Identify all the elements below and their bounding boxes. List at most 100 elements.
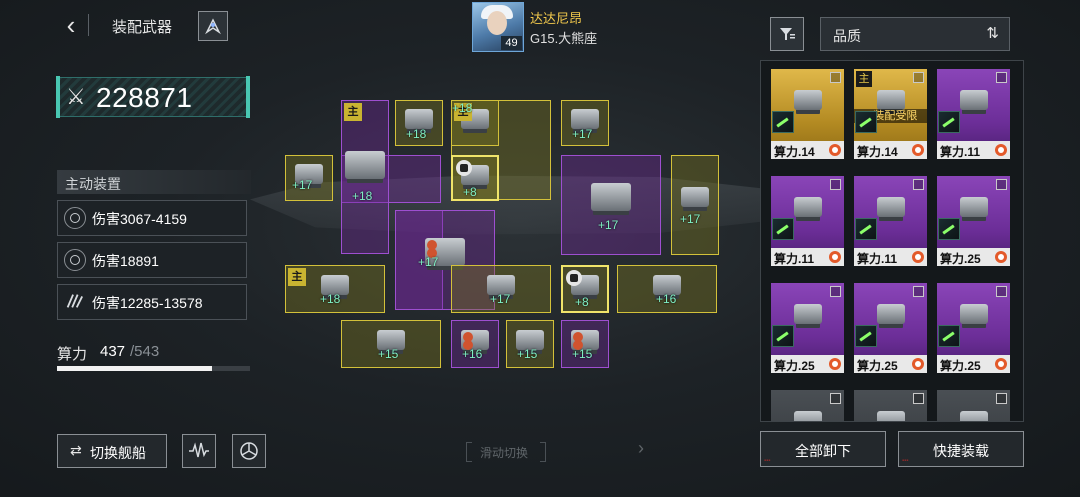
card-footer: 算力.11 [854, 248, 927, 266]
weapon-turret-icon [591, 183, 631, 212]
active-equipment-title: 主动装置 [65, 176, 121, 192]
weapon-turret-icon [876, 303, 905, 324]
back-chevron-icon: ‹ [66, 10, 76, 40]
enhance-level: +17 [680, 212, 701, 226]
inventory-card[interactable]: 主 ⚠装配受限 算力.14 [854, 69, 927, 159]
rocket-icon [205, 18, 221, 35]
active-stat-2[interactable]: 伤害18891 [57, 242, 247, 278]
select-checkbox[interactable] [996, 179, 1007, 190]
select-checkbox[interactable] [830, 393, 841, 404]
enhance-level: +17 [598, 218, 619, 232]
equipment-slot-2[interactable]: 主 +18 [341, 100, 389, 254]
core-icon [64, 249, 86, 271]
rocket-button[interactable] [198, 11, 228, 41]
enhance-level: +17 [572, 127, 593, 141]
enhance-level: +8 [575, 295, 589, 309]
unload-all-button[interactable]: 全部卸下 ▪▪▪ [760, 431, 886, 467]
switch-ship-button[interactable]: ⇄ 切换舰船 [57, 434, 167, 468]
select-checkbox[interactable] [913, 179, 924, 190]
weapon-turret-icon [959, 410, 988, 421]
inventory-card[interactable] [937, 390, 1010, 421]
compute-cost: 算力.25 [940, 359, 981, 373]
sort-select[interactable]: 品质 ⇅ [820, 17, 1010, 51]
equipment-slot-12[interactable]: +8 [561, 265, 609, 313]
quick-load-button[interactable]: 快捷装载 ▪▪▪ [898, 431, 1024, 467]
equipment-slot-4[interactable]: 主 +18 [451, 100, 499, 146]
equipment-slot-13[interactable]: +16 [617, 265, 717, 313]
claw-icon [66, 294, 83, 308]
compute-cost: 算力.11 [857, 252, 898, 266]
select-checkbox[interactable] [996, 72, 1007, 83]
compute-bar-fill [57, 366, 213, 371]
gear-icon [829, 358, 841, 370]
equipment-slot-1[interactable]: +17 [285, 155, 333, 201]
weapon-type-icon [938, 218, 960, 240]
weapon-type-icon [855, 111, 877, 133]
enhance-level: +16 [656, 292, 677, 306]
inventory-card[interactable] [771, 390, 844, 421]
enhance-level: +17 [418, 255, 439, 269]
enhance-level: +18 [452, 101, 473, 115]
inventory-card[interactable]: 算力.11 [771, 176, 844, 266]
equipment-slot-6[interactable]: +8 [451, 155, 499, 201]
inventory-card[interactable]: 算力.14 [771, 69, 844, 159]
active-stat-1[interactable]: 伤害3067-4159 [57, 200, 247, 236]
weapon-turret-icon [876, 410, 905, 421]
select-checkbox[interactable] [830, 179, 841, 190]
target-icon [64, 207, 86, 229]
select-checkbox[interactable] [996, 393, 1007, 404]
page-title: 装配武器 [112, 19, 173, 36]
select-checkbox[interactable] [913, 72, 924, 83]
inventory-card[interactable]: 算力.25 [937, 176, 1010, 266]
select-checkbox[interactable] [830, 72, 841, 83]
unload-all-label: 全部卸下 [795, 443, 851, 459]
enhance-level: +17 [490, 292, 511, 306]
inventory-card[interactable]: 算力.11 [854, 176, 927, 266]
weapon-type-icon [855, 325, 877, 347]
compute-cost: 算力.14 [857, 145, 898, 159]
select-checkbox[interactable] [996, 286, 1007, 297]
inventory-card[interactable]: 算力.25 [771, 283, 844, 373]
emblem-button[interactable] [232, 434, 266, 468]
equipment-slot-5[interactable]: +17 [561, 100, 609, 146]
commander-avatar[interactable]: 49 [472, 2, 524, 52]
equipment-slot-10[interactable]: 主 +18 [285, 265, 385, 313]
weapon-type-icon [772, 218, 794, 240]
active-stat-3[interactable]: 伤害12285-13578 [57, 284, 247, 320]
quick-load-label: 快捷装载 [933, 443, 989, 459]
equipment-slot-3[interactable]: +18 [395, 100, 443, 146]
weapon-inventory[interactable]: 算力.14 主 ⚠装配受限 算力.14 算力.11 算力.11 算力.11 算力.25 算力.2… [760, 60, 1024, 422]
weapon-turret-icon [876, 196, 905, 217]
inventory-card[interactable] [854, 390, 927, 421]
equipment-slot-8[interactable]: +17 [671, 155, 719, 255]
weapon-turret-icon [959, 303, 988, 324]
crossed-swords-icon: ⚔ [66, 84, 86, 109]
card-footer: 算力.25 [771, 355, 844, 373]
fleet-emblem-icon [240, 442, 258, 460]
gear-icon [912, 144, 924, 156]
main-weapon-badge: 主 [344, 103, 362, 121]
select-checkbox[interactable] [913, 393, 924, 404]
waveform-button[interactable] [182, 434, 216, 468]
select-checkbox[interactable] [913, 286, 924, 297]
equipment-slot-15[interactable]: +16 [451, 320, 499, 368]
equipment-slot-11[interactable]: +17 [451, 265, 551, 313]
card-footer: 算力.25 [854, 355, 927, 373]
equipment-slot-17[interactable]: +15 [561, 320, 609, 368]
inventory-card[interactable]: 算力.25 [937, 283, 1010, 373]
swipe-next-arrow[interactable]: › [638, 438, 644, 459]
enhance-level: +18 [352, 189, 373, 203]
equipment-slot-14[interactable]: +15 [341, 320, 441, 368]
filter-button[interactable] [770, 17, 804, 51]
weapon-type-icon [772, 111, 794, 133]
equipment-slot-16[interactable]: +15 [506, 320, 554, 368]
inventory-card[interactable]: 算力.11 [937, 69, 1010, 159]
gear-icon [829, 251, 841, 263]
enhance-level: +17 [292, 178, 313, 192]
weapon-turret-icon [793, 196, 822, 217]
back-button[interactable]: ‹ [58, 10, 84, 40]
inventory-card[interactable]: 算力.25 [854, 283, 927, 373]
main-weapon-badge: 主 [856, 71, 872, 87]
equipment-slot-7[interactable]: +17 [561, 155, 661, 255]
select-checkbox[interactable] [830, 286, 841, 297]
